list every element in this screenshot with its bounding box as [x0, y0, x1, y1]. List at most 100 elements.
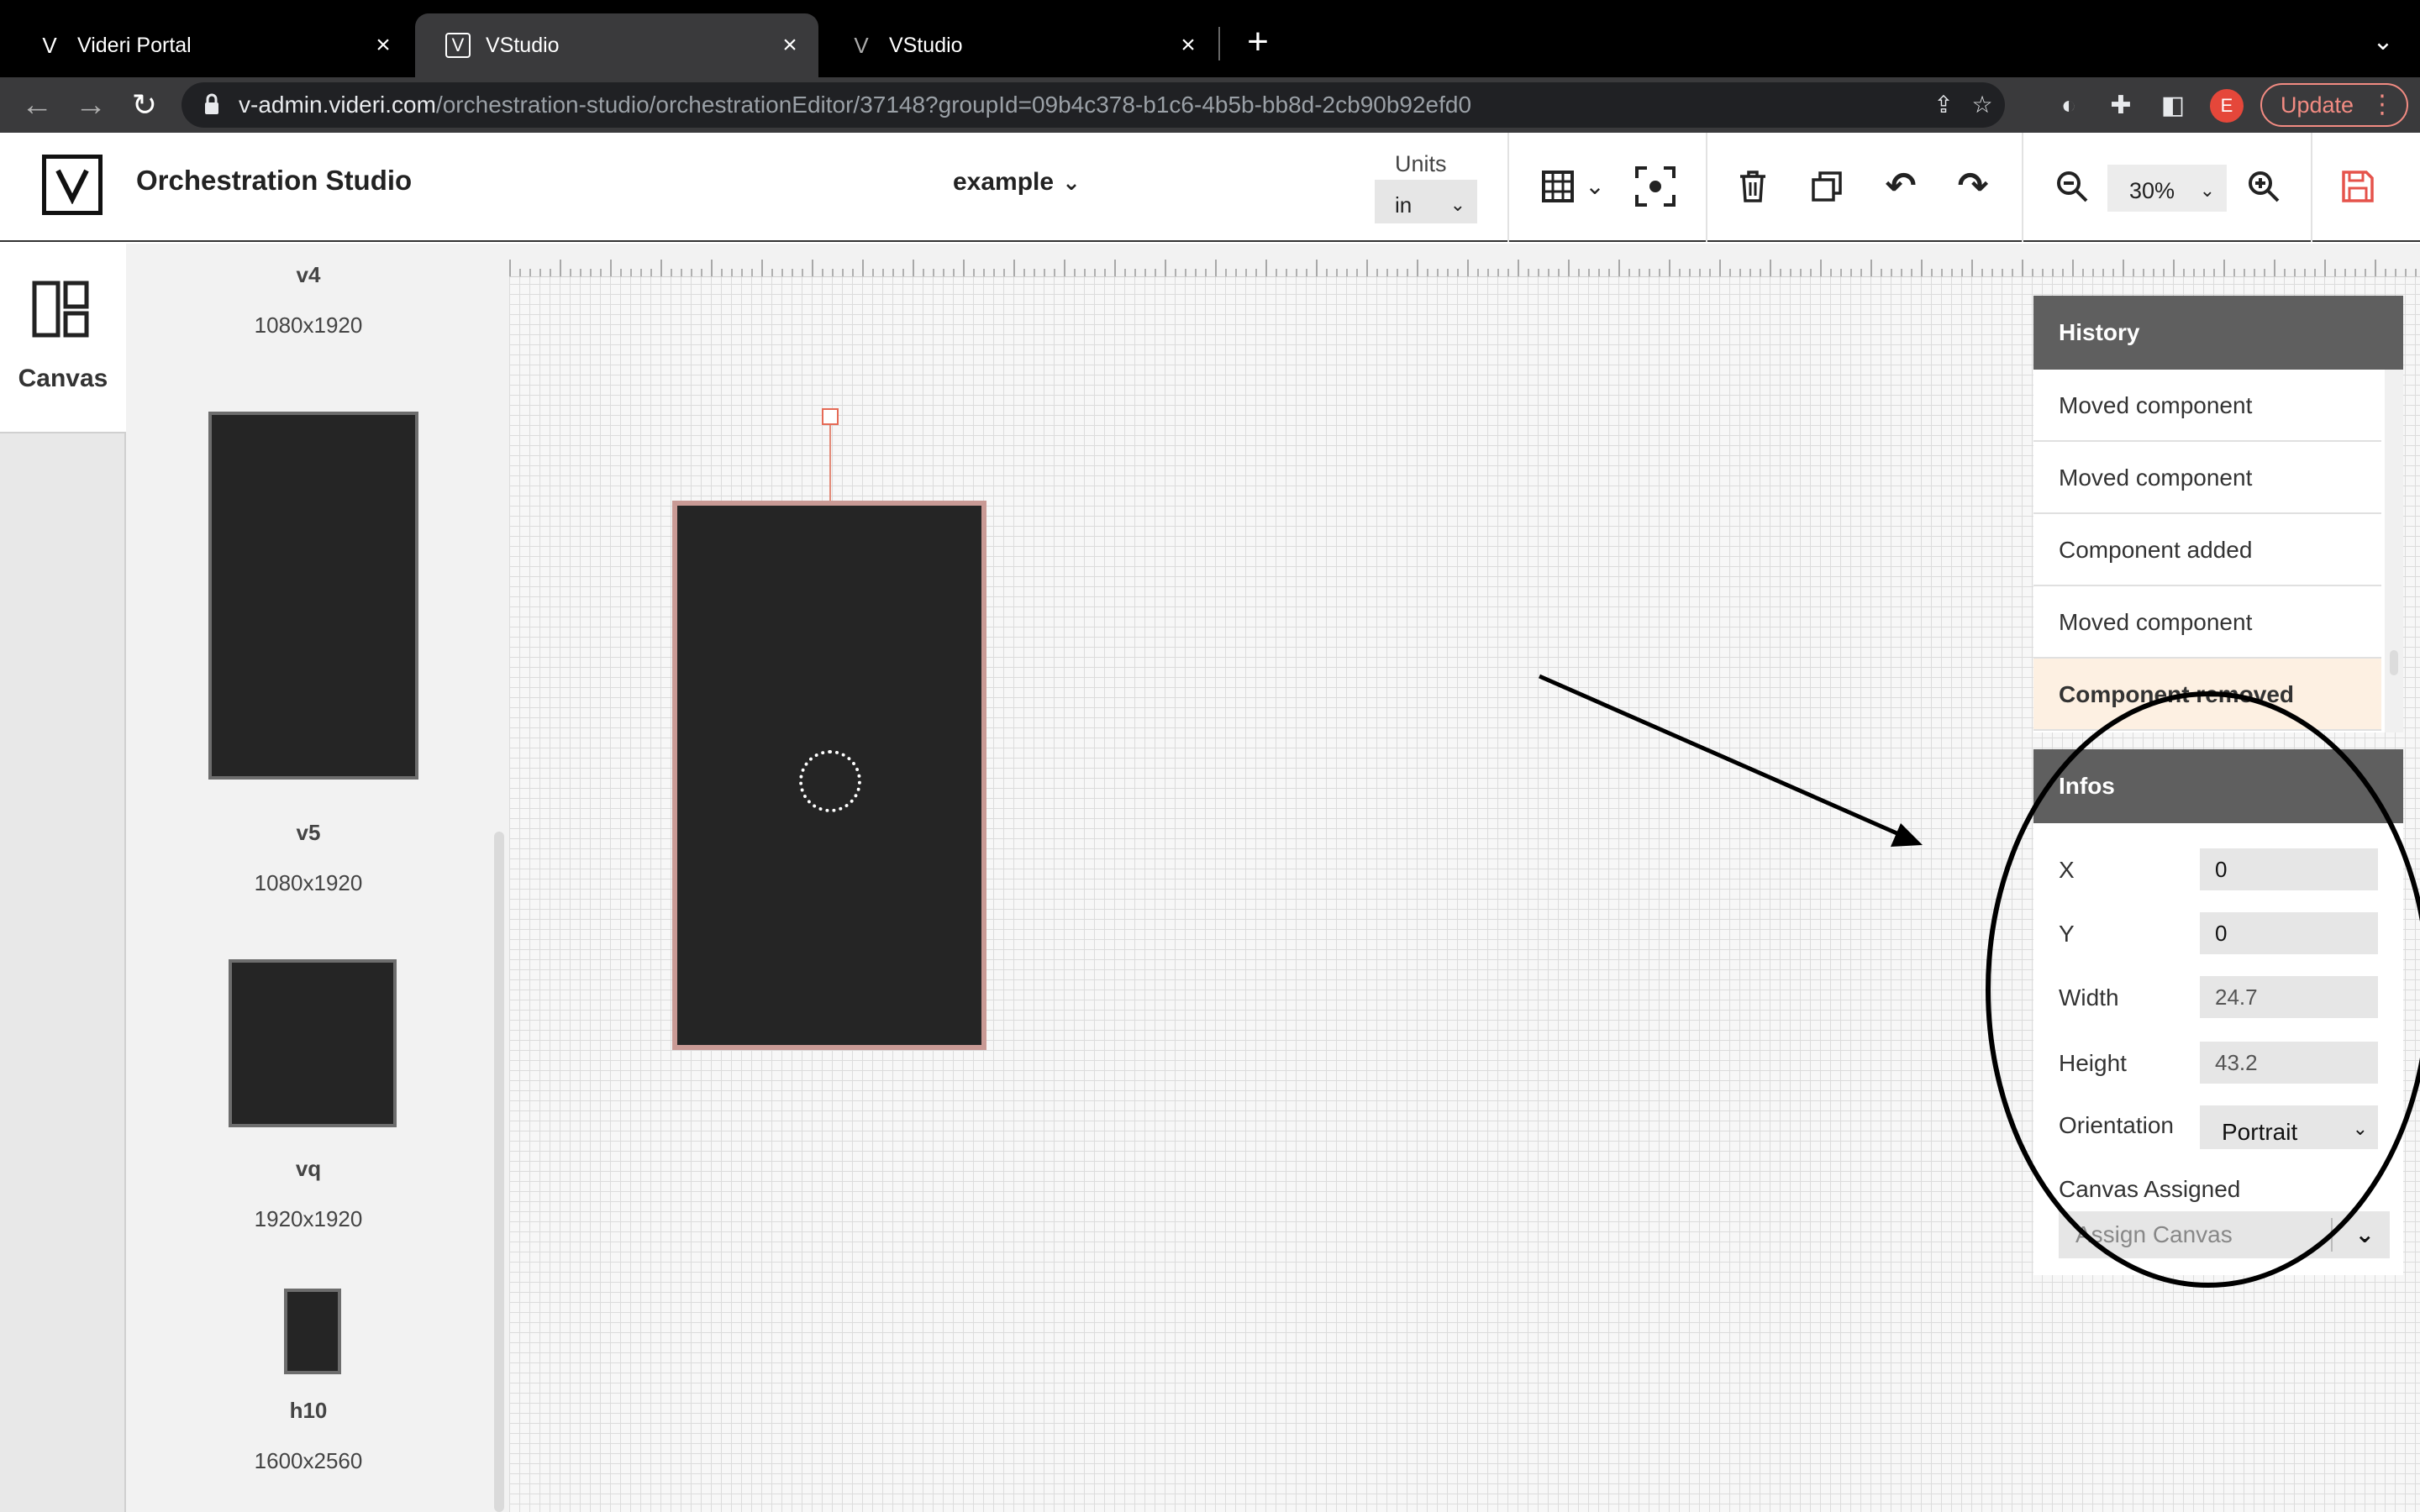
update-button[interactable]: Update ⋮ — [2260, 83, 2408, 127]
scrollbar-thumb[interactable] — [494, 832, 504, 1512]
horizontal-ruler — [509, 244, 2420, 277]
orientation-select[interactable]: Portrait ⌄ — [2200, 1105, 2378, 1149]
vstudio-favicon-icon: V — [445, 33, 471, 58]
assign-canvas-placeholder: Assign Canvas — [2075, 1221, 2233, 1247]
reload-icon[interactable]: ↻ — [121, 81, 168, 129]
project-name: example — [953, 168, 1055, 196]
videri-favicon-icon: V — [42, 32, 57, 58]
side-panel-icon[interactable]: ◧ — [2154, 87, 2191, 124]
extensions-puzzle-icon[interactable]: ✚ — [2102, 87, 2139, 124]
chevron-down-icon: ⌄ — [1062, 170, 1081, 195]
center-focus-icon[interactable] — [1634, 163, 1677, 210]
ruler-tick — [1669, 260, 1670, 276]
address-bar[interactable]: v-admin.videri.com/orchestration-studio/… — [182, 82, 2005, 128]
history-item[interactable]: Moved component — [2033, 442, 2381, 514]
ruler-tick — [660, 260, 662, 276]
grid-icon[interactable] — [1536, 163, 1580, 210]
infos-panel: Infos X 0 Y 0 Width 24.7 Height 43.2 Ori… — [2033, 749, 2403, 1275]
ruler-tick — [1820, 260, 1822, 276]
project-selector[interactable]: example ⌄ — [953, 168, 1081, 197]
browser-tab-active[interactable]: V VStudio × — [415, 13, 818, 77]
ruler-tick — [812, 260, 813, 276]
back-arrow-icon[interactable]: ← — [13, 81, 60, 129]
select-divider — [2331, 1218, 2333, 1252]
profile-avatar[interactable]: E — [2210, 89, 2244, 123]
library-scrollbar[interactable] — [491, 244, 509, 1512]
zoom-value: 30% — [2129, 178, 2175, 203]
history-item[interactable]: Component added — [2033, 514, 2381, 586]
width-input[interactable]: 24.7 — [2200, 976, 2378, 1018]
rotation-handle[interactable] — [822, 408, 839, 425]
canvas-assigned-label: Canvas Assigned — [2059, 1176, 2241, 1202]
y-label: Y — [2059, 921, 2075, 947]
library-item-thumbnail[interactable] — [208, 412, 418, 780]
units-label: Units — [1395, 151, 1447, 176]
scrollbar-thumb[interactable] — [2390, 650, 2398, 675]
units-value: in — [1395, 192, 1413, 218]
tab-search-icon[interactable]: ⌄ — [2365, 18, 2402, 66]
app-header: Orchestration Studio example ⌄ Units in ⌄… — [0, 133, 2420, 242]
x-input[interactable]: 0 — [2200, 848, 2378, 890]
ruler-tick — [610, 260, 612, 276]
browser-tab[interactable]: V Videri Portal × — [7, 13, 412, 77]
ruler-tick — [1114, 260, 1116, 276]
rail-item-canvas[interactable]: Canvas — [0, 281, 126, 398]
ruler-tick — [1316, 260, 1318, 276]
selected-screen-component[interactable] — [672, 501, 986, 1050]
logo-v-icon — [55, 169, 89, 204]
url-host: v-admin.videri.com — [239, 92, 436, 118]
redo-icon[interactable]: ↷ — [1951, 163, 1995, 210]
ruler-tick — [1215, 260, 1217, 276]
assign-canvas-select[interactable]: Assign Canvas ⌄ — [2059, 1211, 2390, 1258]
undo-icon[interactable]: ↶ — [1879, 163, 1923, 210]
save-icon[interactable] — [2336, 163, 2380, 210]
history-item[interactable]: Moved component — [2033, 370, 2381, 442]
ruler-tick — [1013, 260, 1015, 276]
forward-arrow-icon[interactable]: → — [67, 81, 114, 129]
videri-logo[interactable] — [42, 155, 103, 215]
orientation-label: Orientation — [2059, 1112, 2174, 1138]
history-item-current[interactable]: Component removed — [2033, 659, 2381, 731]
bookmark-star-icon[interactable]: ☆ — [1968, 91, 1996, 119]
ruler-tick — [1870, 260, 1872, 276]
app-title: Orchestration Studio — [136, 165, 413, 196]
share-icon[interactable]: ⇪ — [1929, 91, 1958, 119]
new-tab-button[interactable]: + — [1239, 18, 1277, 66]
zoom-select[interactable]: 30% ⌄ — [2107, 165, 2227, 212]
tab-close-icon[interactable]: × — [366, 31, 400, 60]
library-item-thumbnail[interactable] — [229, 959, 397, 1127]
tab-close-icon[interactable]: × — [1171, 31, 1205, 60]
duplicate-icon[interactable] — [1805, 163, 1849, 210]
library-item-name: vq — [295, 1156, 322, 1181]
ruler-tick — [2274, 260, 2275, 276]
zoom-in-icon[interactable] — [2242, 163, 2286, 210]
lock-icon — [205, 93, 218, 114]
ruler-tick — [1467, 260, 1469, 276]
browser-toolbar: ← → ↻ v-admin.videri.com/orchestration-s… — [0, 77, 2420, 133]
screen-library: v4 1080x1920 v5 1080x1920 vq 1920x1920 h… — [126, 244, 491, 1512]
history-item[interactable]: Moved component — [2033, 586, 2381, 659]
height-input[interactable]: 43.2 — [2200, 1042, 2378, 1084]
units-select[interactable]: in ⌄ — [1375, 180, 1477, 223]
ruler-tick — [1770, 260, 1771, 276]
extension-icon[interactable]: ◐ — [2050, 87, 2087, 124]
library-item-thumbnail[interactable] — [284, 1289, 341, 1374]
ruler-tick — [2123, 260, 2124, 276]
y-input[interactable]: 0 — [2200, 912, 2378, 954]
ruler-tick — [2072, 260, 2074, 276]
ruler-tick — [1165, 260, 1166, 276]
ruler-tick — [1518, 260, 1519, 276]
ruler-tick — [1971, 260, 1973, 276]
height-label: Height — [2059, 1050, 2127, 1076]
canvas-layout-icon — [32, 281, 89, 338]
ruler-tick — [963, 260, 965, 276]
delete-trash-icon[interactable] — [1731, 163, 1775, 210]
tab-close-icon[interactable]: × — [773, 31, 807, 60]
chevron-down-icon: ⌄ — [2199, 180, 2215, 201]
history-scrollbar[interactable] — [2385, 370, 2403, 732]
library-item-name: v4 — [296, 262, 321, 287]
browser-tab[interactable]: V VStudio × — [818, 13, 1217, 77]
zoom-out-icon[interactable] — [2050, 163, 2094, 210]
grid-options-chevron-icon[interactable]: ⌄ — [1578, 163, 1612, 210]
ruler-tick — [2223, 260, 2225, 276]
